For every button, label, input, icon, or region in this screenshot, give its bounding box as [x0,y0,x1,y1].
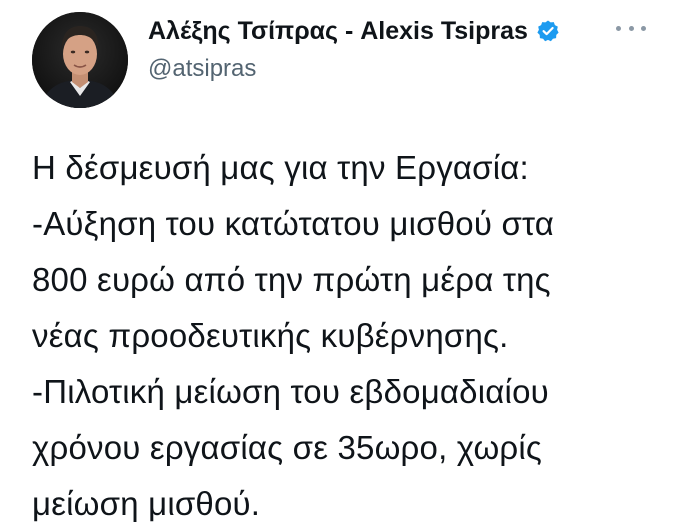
tweet-text: Η δέσμευσή μας για την Εργασία: -Αύξηση … [32,140,672,532]
tweet-text-line: -Πιλοτική μείωση του εβδομαδιαίου [32,373,549,410]
tweet-text-line: -Αύξηση του κατώτατου μισθού στα [32,205,555,242]
tweet-header: Αλέξης Τσίπρας - Alexis Tsipras @atsipra… [148,14,600,86]
tweet-text-line: νέας προοδευτικής κυβέρνησης. [32,317,509,354]
author-name-row: Αλέξης Τσίπρας - Alexis Tsipras [148,14,600,48]
tweet-card: Αλέξης Τσίπρας - Alexis Tsipras @atsipra… [0,0,680,527]
tweet-text-line: μείωση μισθού. [32,485,261,522]
tweet-text-line: χρόνου εργασίας σε 35ωρο, χωρίς [32,429,543,466]
author-handle[interactable]: @atsipras [148,52,600,86]
tweet-text-line: Η δέσμευσή μας για την Εργασία: [32,149,529,186]
dot [641,25,646,31]
author-display-name[interactable]: Αλέξης Τσίπρας - Alexis Tsipras [148,14,528,48]
profile-photo-icon [32,12,128,108]
dot [628,25,634,31]
tweet-text-line: 800 ευρώ από την πρώτη μέρα της [32,261,551,298]
avatar[interactable] [32,12,128,108]
more-options-icon[interactable] [616,16,646,40]
dot [616,25,621,31]
verified-badge-icon [536,19,560,43]
